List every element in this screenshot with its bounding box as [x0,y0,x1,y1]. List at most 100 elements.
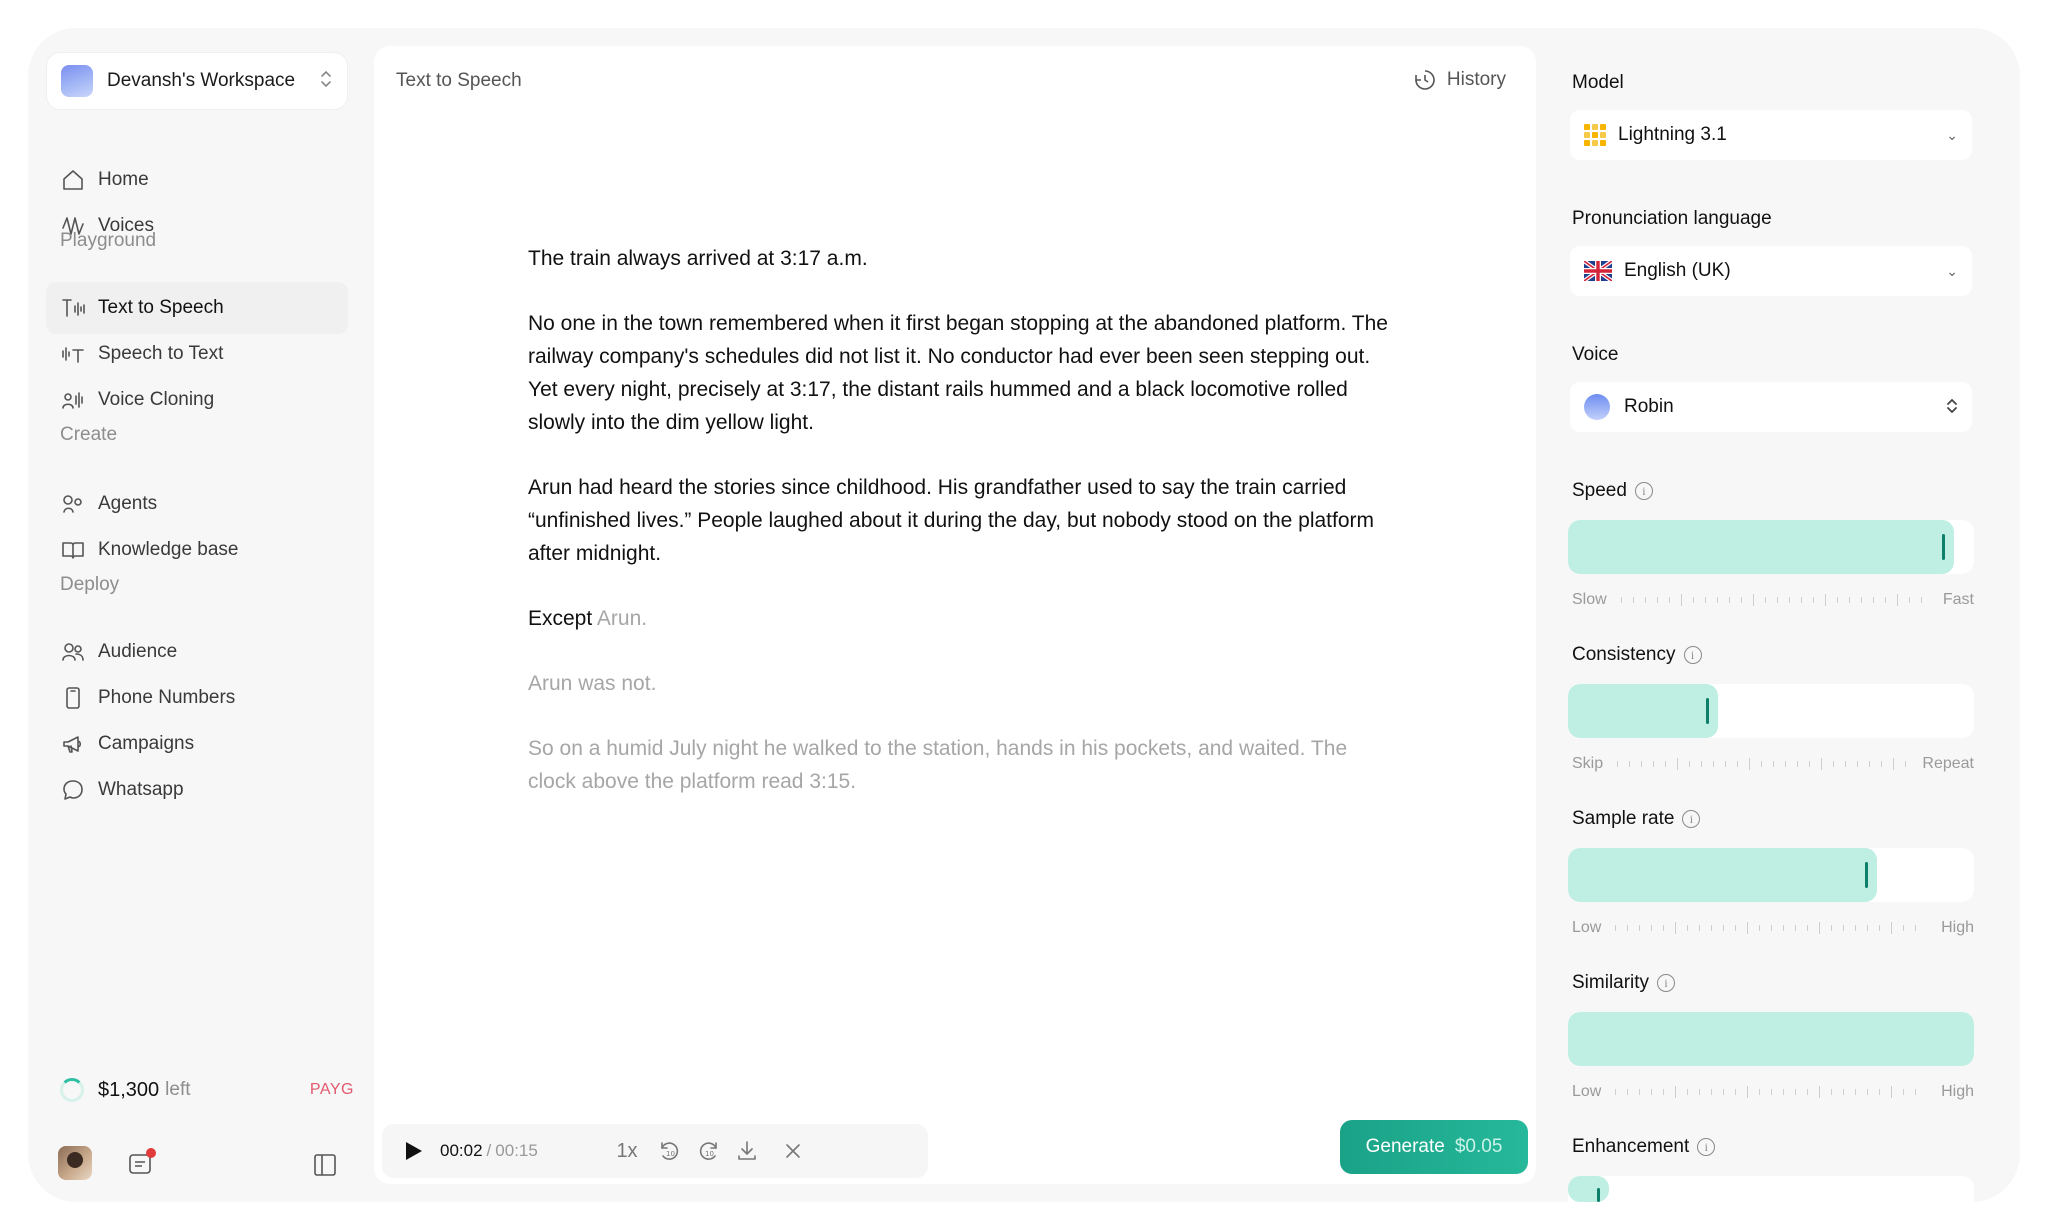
info-icon[interactable]: i [1634,482,1653,500]
info-icon[interactable]: i [1657,974,1676,992]
history-button[interactable]: History [1413,68,1506,92]
main-panel: Text to Speech History The train always … [374,46,1536,1184]
consistency-label: Consistency i [1572,644,1702,666]
playback-speed-button[interactable]: 1x [612,1136,642,1166]
tick-track [1620,594,1930,606]
sidebar-footer [58,1146,354,1186]
nav-speech-to-text[interactable]: Speech to Text [46,328,348,380]
speed-label: Speed i [1572,480,1653,502]
chevron-down-icon: ⌄ [1946,262,1958,279]
consistency-slider[interactable] [1568,684,1974,738]
phone-icon [60,685,86,711]
paragraph-2: No one in the town remembered when it fi… [528,312,1388,434]
nav-cloning-label: Voice Cloning [98,389,215,410]
current-time: 00:02 [440,1141,483,1160]
nav-agents-label: Agents [98,493,158,514]
info-icon[interactable]: i [1682,810,1701,828]
sidebar-toggle-button[interactable] [312,1152,340,1180]
slider-handle[interactable] [1865,862,1868,888]
sample-rate-scale: Low High [1572,918,1974,938]
similarity-scale: Low High [1572,1082,1974,1102]
paragraph-5: Arun was not. [528,672,657,695]
nav-whatsapp-label: Whatsapp [98,779,184,800]
workspace-logo [61,65,93,97]
model-logo-icon [1584,124,1606,146]
download-button[interactable] [732,1136,762,1166]
slider-fill [1568,684,1718,738]
nav-home[interactable]: Home [46,154,348,206]
audio-player: 00:02 / 00:15 1x 10 10 [382,1124,928,1178]
model-label: Model [1572,72,1624,93]
nav-phones-label: Phone Numbers [98,687,236,708]
agents-icon [60,491,86,517]
language-value: English (UK) [1624,260,1731,281]
rewind-10-button[interactable]: 10 [654,1136,684,1166]
people-icon [60,639,86,665]
language-select[interactable]: English (UK) ⌄ [1570,246,1972,296]
similarity-max-label: High [1941,1083,1974,1100]
avatar[interactable] [58,1146,92,1180]
workspace-switcher[interactable]: Devansh's Workspace [46,52,348,110]
nav-campaigns[interactable]: Campaigns [46,718,348,770]
sidebar-panel-icon [314,1154,336,1176]
megaphone-icon [60,731,86,757]
svg-text:10: 10 [666,1150,675,1158]
nav-kb-label: Knowledge base [98,539,239,560]
generate-label: Generate [1365,1136,1445,1157]
home-icon [60,167,86,193]
nav-voice-cloning[interactable]: Voice Cloning [46,374,348,426]
sample-rate-slider[interactable] [1568,848,1974,902]
speech-to-text-icon [60,341,86,367]
consistency-max-label: Repeat [1922,755,1974,772]
credit-suffix: left [165,1079,191,1100]
speed-min-label: Slow [1572,591,1607,608]
nav-whatsapp[interactable]: Whatsapp [46,764,348,816]
consistency-label-text: Consistency [1572,644,1676,665]
language-label: Pronunciation language [1572,208,1772,229]
notification-dot [146,1148,156,1158]
paragraph-4-spoken: Except [528,607,593,630]
speed-label-text: Speed [1572,480,1627,501]
nav-agents[interactable]: Agents [46,478,348,530]
slider-handle[interactable] [1706,698,1709,724]
similarity-slider[interactable] [1568,1012,1974,1066]
uk-flag-icon [1584,261,1612,281]
nav-audience[interactable]: Audience [46,626,348,678]
nav-phone-numbers[interactable]: Phone Numbers [46,672,348,724]
voice-select[interactable]: Robin [1570,382,1972,432]
notification-button[interactable] [126,1148,156,1180]
speed-slider[interactable] [1568,520,1974,574]
voice-label: Voice [1572,344,1619,365]
sample-rate-min-label: Low [1572,919,1602,936]
history-label: History [1446,69,1506,90]
generate-button[interactable]: Generate $0.05 [1340,1120,1528,1174]
slider-handle[interactable] [1942,534,1945,560]
enhancement-slider[interactable] [1568,1176,1974,1202]
nav-campaigns-label: Campaigns [98,733,195,754]
nav-audience-label: Audience [98,641,178,662]
nav-knowledge-base[interactable]: Knowledge base [46,524,348,576]
text-editor[interactable]: The train always arrived at 3:17 a.m. No… [528,242,1388,830]
chevron-updown-icon [319,68,333,95]
play-icon[interactable] [402,1140,424,1162]
close-player-button[interactable] [778,1136,808,1166]
similarity-label: Similarity i [1572,972,1676,994]
tick-track [1615,1086,1928,1098]
info-icon[interactable]: i [1697,1138,1716,1156]
credit-balance[interactable]: $1,300 left PAYG [60,1075,354,1105]
settings-panel: Model Lightning 3.1 ⌄ Pronunciation lang… [1552,28,2020,1202]
voice-avatar [1584,394,1610,420]
model-select[interactable]: Lightning 3.1 ⌄ [1570,110,1972,160]
sample-rate-max-label: High [1941,919,1974,936]
consistency-scale: Skip Repeat [1572,754,1974,774]
chat-bubble-icon [60,777,86,803]
similarity-min-label: Low [1572,1083,1602,1100]
slider-handle[interactable] [1597,1188,1600,1202]
nav-text-to-speech[interactable]: Text to Speech [46,282,348,334]
rewind-10-icon: 10 [661,1142,679,1160]
forward-10-button[interactable]: 10 [694,1136,724,1166]
slider-fill [1568,848,1877,902]
similarity-label-text: Similarity [1572,972,1650,993]
info-icon[interactable]: i [1683,646,1702,664]
text-to-speech-icon [60,295,86,321]
